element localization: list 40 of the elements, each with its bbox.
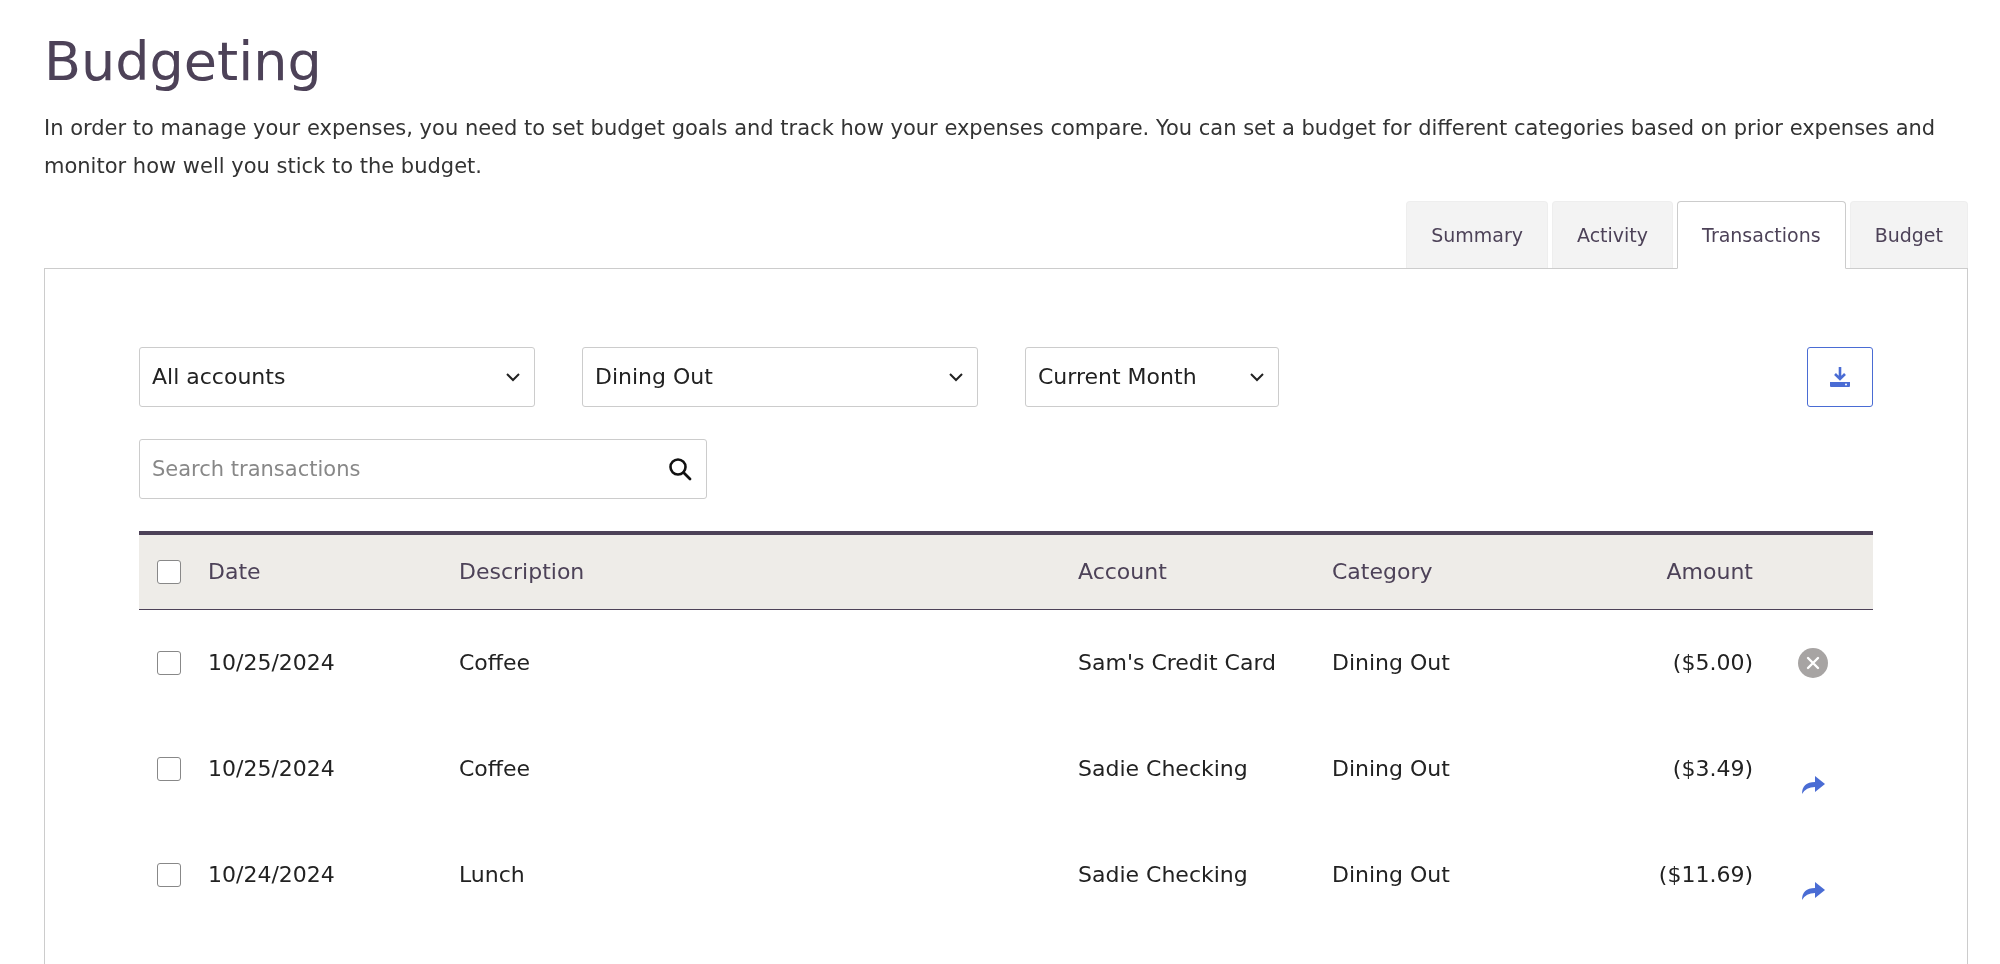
column-header: Description bbox=[459, 559, 585, 585]
row-checkbox[interactable] bbox=[157, 862, 181, 887]
table-cell: 10/24/2024 bbox=[208, 862, 335, 888]
table-cell: ($11.69) bbox=[1658, 862, 1753, 888]
table-cell: Coffee bbox=[459, 756, 531, 782]
search-field[interactable]: Search transactions bbox=[139, 438, 707, 499]
remove-icon[interactable] bbox=[1797, 646, 1829, 679]
page-description: In order to manage your expenses, you need to set budget goals and track how your expenses compare. You can set a budget for different categories based on prior expenses and monitor how well you stick to the budget. bbox=[44, 114, 1937, 180]
table-cell: ($5.00) bbox=[1672, 650, 1753, 676]
chevron-down-icon bbox=[504, 370, 522, 383]
chevron-down-icon bbox=[947, 370, 965, 383]
chevron-down-icon bbox=[1248, 370, 1266, 383]
table-cell: Dining Out bbox=[1332, 756, 1450, 782]
download-button[interactable] bbox=[1807, 346, 1873, 407]
table-cell: 10/25/2024 bbox=[208, 756, 335, 782]
table-cell: ($3.49) bbox=[1672, 756, 1753, 782]
dropdown[interactable]: Current Month bbox=[1025, 346, 1279, 407]
tab[interactable]: Budget bbox=[1849, 200, 1968, 268]
column-header: Category bbox=[1332, 559, 1433, 585]
tab[interactable]: Transactions bbox=[1677, 200, 1846, 269]
dropdown[interactable]: Dining Out bbox=[582, 346, 978, 407]
table-cell: Dining Out bbox=[1332, 650, 1450, 676]
page-title: Budgeting bbox=[44, 30, 323, 95]
row-checkbox[interactable] bbox=[157, 650, 181, 675]
column-header: Account bbox=[1078, 559, 1167, 585]
table-cell: Coffee bbox=[459, 650, 531, 676]
tab[interactable]: Activity bbox=[1552, 200, 1674, 268]
table-cell: Sadie Checking bbox=[1078, 862, 1248, 888]
table-cell: Dining Out bbox=[1332, 862, 1450, 888]
table-cell: 10/25/2024 bbox=[208, 650, 335, 676]
table-cell: Sadie Checking bbox=[1078, 756, 1248, 782]
table-cell: Sam's Credit Card bbox=[1078, 650, 1276, 676]
tab[interactable]: Summary bbox=[1406, 200, 1548, 268]
column-header: Amount bbox=[1666, 559, 1753, 585]
table-cell: Lunch bbox=[459, 862, 525, 888]
dropdown[interactable]: All accounts bbox=[139, 346, 535, 407]
search-icon bbox=[667, 455, 693, 482]
column-header: Date bbox=[208, 559, 261, 585]
select-all-checkbox[interactable] bbox=[157, 559, 181, 584]
row-checkbox[interactable] bbox=[157, 756, 181, 781]
